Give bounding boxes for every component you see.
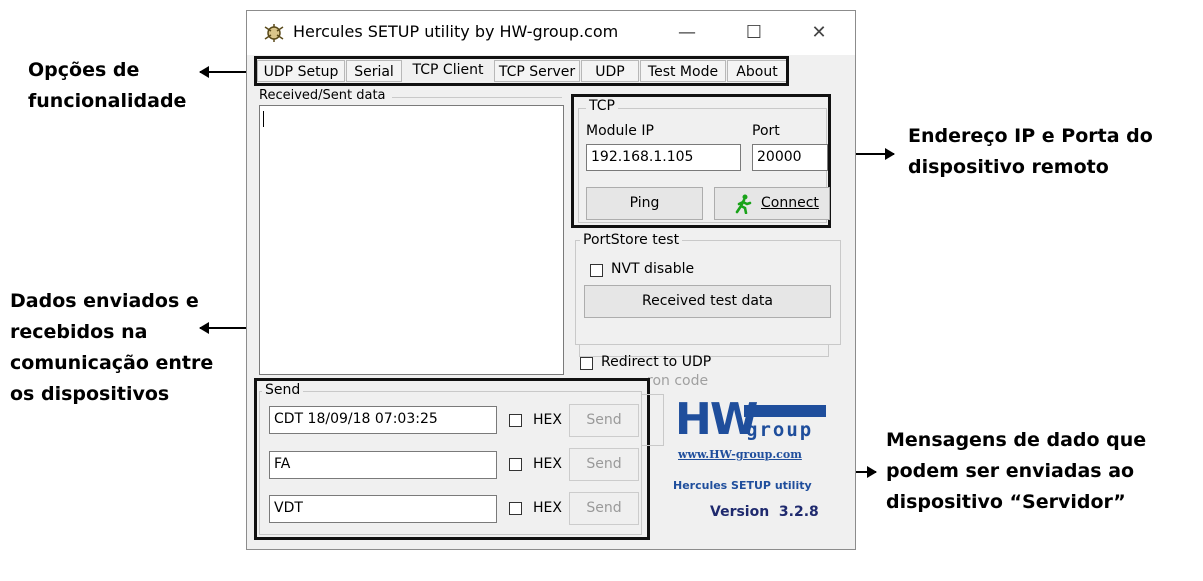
nvt-disable-label: NVT disable bbox=[611, 261, 695, 277]
received-sent-divider bbox=[392, 97, 562, 98]
annotation-line: funcionalidade bbox=[28, 90, 187, 112]
annotation-line: dispositivo “Servidor” bbox=[886, 491, 1126, 513]
product-name: Hercules SETUP utility bbox=[673, 479, 812, 492]
annotation-line: Mensagens de dado que bbox=[886, 429, 1147, 451]
annotation-line: os dispositivos bbox=[10, 383, 170, 405]
send-group-label: Send bbox=[262, 382, 304, 398]
hw-group-logo-panel: HW group www.HW-group.com Hercules SETUP… bbox=[651, 393, 831, 538]
app-icon bbox=[264, 24, 284, 42]
hex-label-1: HEX bbox=[533, 412, 562, 428]
send-input-1[interactable]: CDT 18/09/18 07:03:25 bbox=[269, 406, 497, 434]
received-sent-textarea[interactable] bbox=[259, 105, 564, 375]
arrow-options bbox=[199, 66, 250, 78]
tabs-highlight-box bbox=[254, 56, 789, 86]
received-sent-label: Received/Sent data bbox=[259, 88, 386, 103]
hex-checkbox-3[interactable] bbox=[509, 502, 522, 515]
hex-label-2: HEX bbox=[533, 456, 562, 472]
send-input-3[interactable]: VDT bbox=[269, 495, 497, 523]
redirect-partial-label: ron code bbox=[647, 373, 709, 389]
send-input-2[interactable]: FA bbox=[269, 451, 497, 479]
annotation-messages: Mensagens de dado que podem ser enviadas… bbox=[886, 425, 1146, 518]
group-bar bbox=[744, 405, 826, 417]
minimize-button[interactable]: — bbox=[672, 19, 702, 47]
annotation-line: recebidos na bbox=[10, 321, 148, 343]
ping-button[interactable]: Ping bbox=[586, 187, 703, 220]
annotation-line: Opções de bbox=[28, 59, 140, 81]
tcp-group-label: TCP bbox=[586, 98, 618, 114]
connect-label: Connect bbox=[761, 195, 819, 211]
port-input[interactable]: 20000 bbox=[752, 144, 828, 171]
annotation-options: Opções de funcionalidade bbox=[28, 55, 186, 117]
annotation-line: dispositivo remoto bbox=[908, 156, 1109, 178]
send-button-2[interactable]: Send bbox=[569, 448, 639, 481]
annotation-line: Dados enviados e bbox=[10, 290, 199, 312]
port-label: Port bbox=[752, 123, 780, 139]
module-ip-label: Module IP bbox=[586, 123, 654, 139]
connect-button[interactable]: Connect bbox=[714, 187, 830, 220]
nvt-disable-checkbox[interactable] bbox=[590, 264, 603, 277]
hex-label-3: HEX bbox=[533, 500, 562, 516]
title-bar[interactable]: Hercules SETUP utility by HW-group.com —… bbox=[247, 11, 855, 55]
annotation-data: Dados enviados e recebidos na comunicaçã… bbox=[10, 286, 213, 410]
redirect-udp-checkbox[interactable] bbox=[580, 357, 593, 370]
group-logo-text: group bbox=[746, 419, 814, 441]
window-title: Hercules SETUP utility by HW-group.com bbox=[293, 22, 619, 41]
hex-checkbox-2[interactable] bbox=[509, 458, 522, 471]
version-label: Version 3.2.8 bbox=[710, 504, 819, 520]
annotation-line: comunicação entre bbox=[10, 352, 214, 374]
maximize-button[interactable]: ☐ bbox=[739, 19, 769, 47]
received-test-data-button[interactable]: Received test data bbox=[584, 285, 831, 318]
text-cursor bbox=[263, 111, 264, 127]
hw-logo-text: HW bbox=[675, 394, 758, 445]
send-button-3[interactable]: Send bbox=[569, 492, 639, 525]
hw-group-url: www.HW-group.com bbox=[678, 448, 802, 461]
send-button-1[interactable]: Send bbox=[569, 404, 639, 437]
annotation-line: podem ser enviadas ao bbox=[886, 460, 1135, 482]
running-man-icon bbox=[735, 194, 752, 214]
send-extra-box bbox=[642, 394, 664, 446]
portstore-group-label: PortStore test bbox=[580, 232, 683, 248]
redirect-udp-label: Redirect to UDP bbox=[601, 354, 712, 370]
module-ip-input[interactable]: 192.168.1.105 bbox=[586, 144, 741, 171]
hercules-window: Hercules SETUP utility by HW-group.com —… bbox=[246, 10, 856, 550]
annotation-ip-port: Endereço IP e Porta do dispositivo remot… bbox=[908, 121, 1153, 183]
close-button[interactable]: ✕ bbox=[804, 19, 834, 47]
hex-checkbox-1[interactable] bbox=[509, 414, 522, 427]
annotation-line: Endereço IP e Porta do bbox=[908, 125, 1153, 147]
